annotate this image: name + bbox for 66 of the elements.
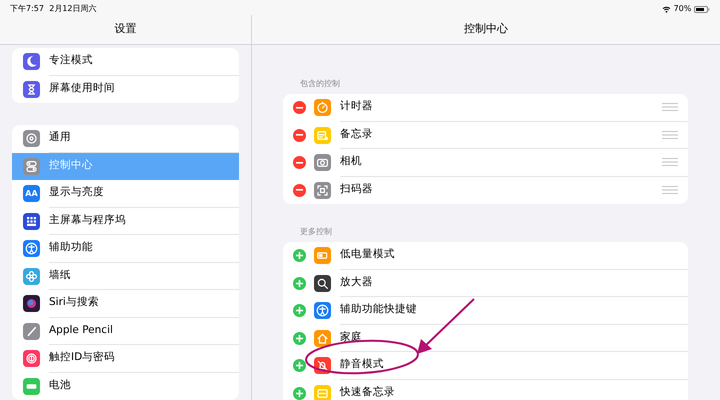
- item-label: 专注模式: [49, 53, 93, 68]
- control-label: 放大器: [340, 274, 373, 290]
- status-date: 2月12日周六: [49, 3, 96, 15]
- app-icon: AA: [23, 185, 40, 202]
- add-button[interactable]: [293, 332, 306, 345]
- plus-icon: [296, 307, 303, 314]
- add-button[interactable]: [293, 304, 306, 318]
- sidebar-item[interactable]: 主屏幕与程序坞: [12, 208, 239, 235]
- plus-icon: [296, 334, 303, 342]
- control-label: 扫码器: [340, 182, 373, 198]
- item-label: Siri与搜索: [49, 295, 99, 310]
- sidebar-item[interactable]: 屏幕使用时间: [12, 76, 239, 103]
- sidebar-item[interactable]: 电池: [12, 372, 239, 400]
- sidebar-item[interactable]: 触控ID与密码: [12, 345, 239, 372]
- plus-icon: [296, 362, 303, 370]
- plus-icon: [296, 252, 303, 260]
- drag-handle[interactable]: [662, 103, 678, 112]
- minus-icon: [296, 162, 303, 164]
- section-header: 更多控制: [299, 226, 333, 238]
- drag-handle[interactable]: [662, 186, 678, 194]
- remove-button[interactable]: [293, 184, 306, 197]
- sidebar-item[interactable]: 辅助功能: [12, 235, 239, 262]
- add-button[interactable]: [293, 249, 306, 262]
- control-label: 计时器: [340, 99, 373, 114]
- remove-button[interactable]: [293, 128, 306, 142]
- item-label: 触控ID与密码: [49, 350, 116, 366]
- sidebar-item[interactable]: 墙纸: [12, 262, 239, 290]
- item-label: 控制中心: [49, 158, 93, 173]
- sidebar-item[interactable]: 专注模式: [12, 48, 239, 76]
- battery-icon: [694, 6, 710, 12]
- add-button[interactable]: [293, 359, 306, 372]
- control-label: 相机: [340, 154, 362, 170]
- item-label: 屏幕使用时间: [49, 81, 115, 96]
- minus-icon: [296, 134, 303, 136]
- drag-handle[interactable]: [662, 158, 678, 166]
- add-button[interactable]: [293, 386, 306, 400]
- add-button[interactable]: [293, 276, 306, 290]
- control-label: 快速备忘录: [340, 385, 395, 400]
- item-label: 墙纸: [49, 268, 71, 283]
- sidebar-item[interactable]: Siri与搜索: [12, 290, 239, 318]
- wifi-icon: [662, 6, 671, 12]
- item-label: 通用: [49, 130, 71, 146]
- item-label: 辅助功能: [49, 240, 93, 256]
- control-label: 低电量模式: [340, 247, 395, 262]
- item-label: Apple Pencil: [49, 322, 113, 338]
- remove-button[interactable]: [293, 101, 306, 114]
- plus-icon: [296, 390, 303, 397]
- item-label: 显示与亮度: [49, 185, 104, 200]
- item-label: 主屏幕与程序坞: [49, 212, 126, 228]
- annotation-arrow: [417, 298, 475, 354]
- minus-icon: [296, 106, 303, 109]
- minus-icon: [296, 189, 303, 192]
- control-label: 辅助功能快捷键: [340, 302, 417, 318]
- plus-icon: [296, 280, 303, 287]
- battery-percent: 70%: [674, 3, 692, 15]
- page-title: 控制中心: [464, 21, 508, 38]
- sidebar-item[interactable]: Apple Pencil: [12, 318, 239, 345]
- remove-button[interactable]: [293, 156, 306, 170]
- sidebar-item[interactable]: AA 显示与亮度: [12, 180, 239, 208]
- control-label: 备忘录: [340, 126, 373, 142]
- item-label: 电池: [49, 378, 71, 394]
- section-header: 包含的控制: [299, 78, 341, 90]
- sidebar-title: 设置: [114, 21, 136, 38]
- control-label: 静音模式: [340, 357, 384, 372]
- drag-handle[interactable]: [662, 130, 678, 139]
- status-time: 下午7:57: [10, 3, 44, 15]
